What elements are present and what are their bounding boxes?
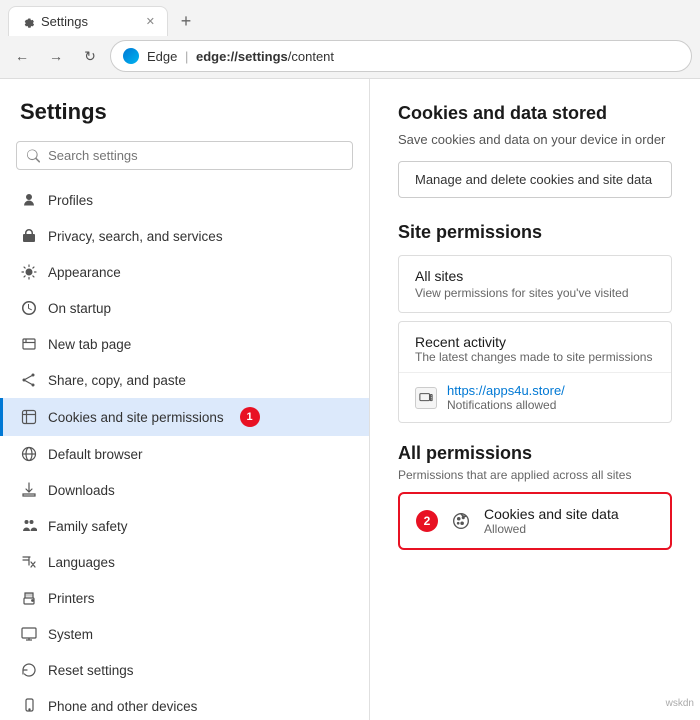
content-area: Cookies and data stored Save cookies and… (370, 79, 700, 720)
search-box[interactable] (16, 141, 353, 170)
cookies-section-title: Cookies and data stored (398, 103, 672, 124)
cookies-section-desc: Save cookies and data on your device in … (398, 132, 672, 147)
tab-gear-icon (21, 15, 35, 29)
phone-icon (20, 697, 38, 715)
sidebar-item-privacy-label: Privacy, search, and services (48, 229, 223, 244)
cookies-site-data-card[interactable]: 2 Cookies and site data Allowed (398, 492, 672, 550)
tab-title: Settings (41, 14, 88, 29)
sidebar-item-system[interactable]: System (0, 616, 369, 652)
sidebar-item-newtab[interactable]: New tab page (0, 326, 369, 362)
startup-icon (20, 299, 38, 317)
cookies-section: Cookies and data stored Save cookies and… (398, 103, 672, 198)
sidebar-item-reset-label: Reset settings (48, 663, 134, 678)
address-bar[interactable]: Edge | edge://settings/content (110, 40, 692, 72)
sidebar-item-family-safety-label: Family safety (48, 519, 128, 534)
sidebar-item-startup[interactable]: On startup (0, 290, 369, 326)
recent-activity-card: Recent activity The latest changes made … (398, 321, 672, 423)
edge-icon (123, 48, 139, 64)
sidebar: Settings Profiles Privacy, search, and s… (0, 79, 370, 720)
sidebar-item-reset[interactable]: Reset settings (0, 652, 369, 688)
sidebar-item-appearance[interactable]: Appearance (0, 254, 369, 290)
sidebar-item-profiles[interactable]: Profiles (0, 182, 369, 218)
sidebar-item-default-browser[interactable]: Default browser (0, 436, 369, 472)
sidebar-item-appearance-label: Appearance (48, 265, 121, 280)
all-sites-desc: View permissions for sites you've visite… (415, 286, 655, 300)
appearance-icon (20, 263, 38, 281)
search-input[interactable] (48, 148, 342, 163)
share-icon (20, 371, 38, 389)
site-permissions-section: Site permissions All sites View permissi… (398, 222, 672, 423)
address-domain: Edge | edge://settings/content (147, 49, 334, 64)
sidebar-item-printers-label: Printers (48, 591, 95, 606)
sidebar-item-system-label: System (48, 627, 93, 642)
sidebar-item-startup-label: On startup (48, 301, 111, 316)
sidebar-item-cookies[interactable]: Cookies and site permissions 1 (0, 398, 369, 436)
recent-activity-title: Recent activity (415, 334, 655, 350)
sidebar-item-default-browser-label: Default browser (48, 447, 143, 462)
site-status: Notifications allowed (447, 398, 565, 412)
address-bar-row: ← → ↻ Edge | edge://settings/content (0, 36, 700, 78)
sidebar-item-phone[interactable]: Phone and other devices (0, 688, 369, 720)
site-permissions-title: Site permissions (398, 222, 672, 243)
sidebar-item-profiles-label: Profiles (48, 193, 93, 208)
sidebar-item-downloads-label: Downloads (48, 483, 115, 498)
cookie-data-icon (450, 510, 472, 532)
languages-icon (20, 553, 38, 571)
main-layout: Settings Profiles Privacy, search, and s… (0, 79, 700, 720)
refresh-button[interactable]: ↻ (76, 42, 104, 70)
sidebar-item-share-label: Share, copy, and paste (48, 373, 186, 388)
printers-icon (20, 589, 38, 607)
all-permissions-title: All permissions (398, 443, 672, 464)
search-icon (27, 149, 40, 163)
cookies-badge: 1 (240, 407, 260, 427)
sidebar-title: Settings (0, 99, 369, 141)
site-entry-apps4u[interactable]: https://apps4u.store/ Notifications allo… (399, 372, 671, 422)
sidebar-item-printers[interactable]: Printers (0, 580, 369, 616)
sidebar-item-cookies-label: Cookies and site permissions (48, 410, 224, 425)
profiles-icon (20, 191, 38, 209)
browser-chrome: Settings ✕ + ← → ↻ Edge | edge://setting… (0, 0, 700, 79)
cookies-site-data-title: Cookies and site data (484, 506, 619, 522)
tab-close-btn[interactable]: ✕ (146, 15, 155, 28)
system-icon (20, 625, 38, 643)
site-device-icon (415, 387, 437, 409)
site-url: https://apps4u.store/ (447, 383, 565, 398)
settings-tab[interactable]: Settings ✕ (8, 6, 168, 36)
all-permissions-section: All permissions Permissions that are app… (398, 443, 672, 550)
sidebar-item-downloads[interactable]: Downloads (0, 472, 369, 508)
family-safety-icon (20, 517, 38, 535)
forward-button[interactable]: → (42, 42, 70, 70)
sidebar-item-family-safety[interactable]: Family safety (0, 508, 369, 544)
reset-icon (20, 661, 38, 679)
all-sites-title: All sites (415, 268, 655, 284)
all-permissions-desc: Permissions that are applied across all … (398, 468, 672, 482)
all-sites-card[interactable]: All sites View permissions for sites you… (398, 255, 672, 313)
manage-cookies-button[interactable]: Manage and delete cookies and site data (398, 161, 672, 198)
cookies-site-data-status: Allowed (484, 522, 619, 536)
privacy-icon (20, 227, 38, 245)
cookies-icon (20, 408, 38, 426)
newtab-icon (20, 335, 38, 353)
sidebar-item-newtab-label: New tab page (48, 337, 131, 352)
tab-bar: Settings ✕ + (0, 0, 700, 36)
downloads-icon (20, 481, 38, 499)
new-tab-button[interactable]: + (172, 7, 200, 35)
sidebar-item-languages[interactable]: Languages (0, 544, 369, 580)
watermark: wskdn (666, 698, 694, 709)
sidebar-item-phone-label: Phone and other devices (48, 699, 197, 714)
card-badge-2: 2 (416, 510, 438, 532)
recent-activity-desc: The latest changes made to site permissi… (415, 350, 655, 364)
sidebar-item-share[interactable]: Share, copy, and paste (0, 362, 369, 398)
back-button[interactable]: ← (8, 42, 36, 70)
default-browser-icon (20, 445, 38, 463)
sidebar-item-languages-label: Languages (48, 555, 115, 570)
sidebar-item-privacy[interactable]: Privacy, search, and services (0, 218, 369, 254)
